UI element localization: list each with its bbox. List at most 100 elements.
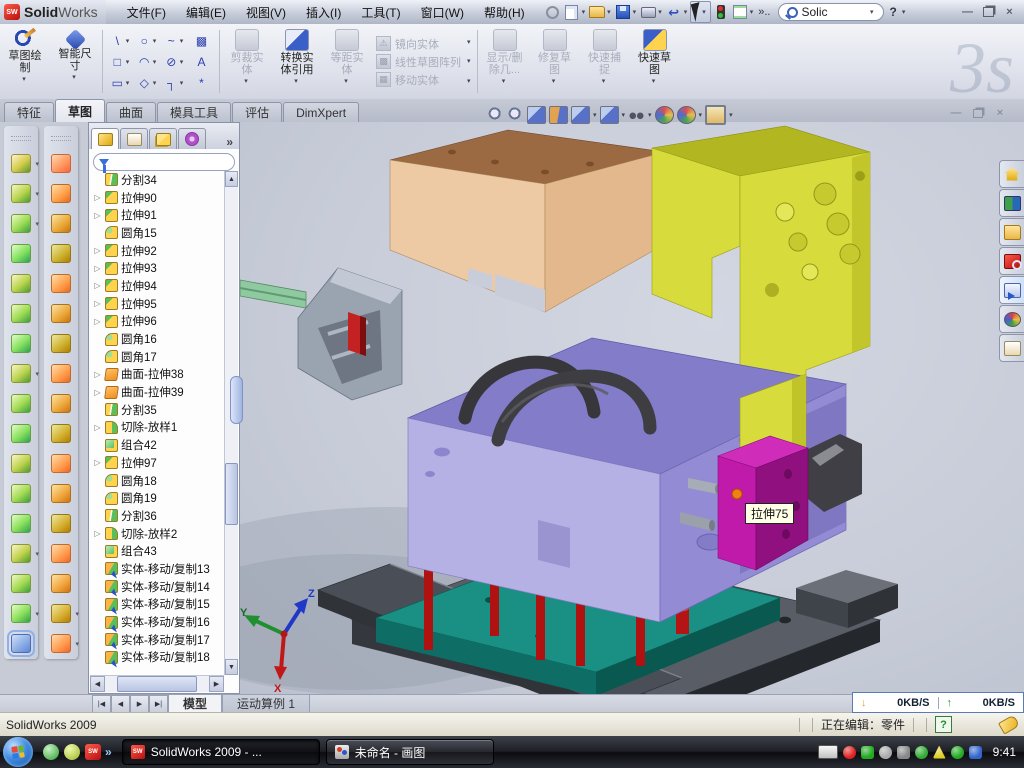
dropdown-icon[interactable]: ▾ (633, 8, 637, 16)
tree-item-切除-放样2[interactable]: ▷切除-放样2 (91, 525, 224, 543)
zoom-fit-icon[interactable] (487, 107, 504, 123)
polygon-icon[interactable]: ◇▾ (134, 72, 161, 93)
zoom-area-icon[interactable] (507, 107, 524, 123)
expand-arrow-icon[interactable]: ▷ (93, 388, 102, 397)
filled-surface-icon[interactable] (51, 304, 71, 323)
revolved-surface-icon[interactable] (51, 184, 71, 203)
dropdown-icon[interactable]: ▾ (153, 37, 157, 45)
spline-icon[interactable]: ~▾ (161, 30, 188, 51)
tree-item-圆角17[interactable]: 圆角17 (91, 348, 224, 366)
tab-草图[interactable]: 草图 (55, 99, 105, 122)
tree-item-圆角15[interactable]: 圆角15 (91, 224, 224, 242)
intersect-icon[interactable] (11, 454, 31, 473)
expand-arrow-icon[interactable]: ▷ (93, 211, 102, 220)
dropdown-icon[interactable]: ▾ (607, 8, 611, 16)
tab-next-icon[interactable]: ▶ (130, 695, 149, 713)
usb-icon[interactable] (915, 746, 928, 759)
dropdown-icon[interactable]: ▾ (35, 160, 39, 168)
swept-boss-icon[interactable] (11, 244, 31, 263)
radiate-surface-icon[interactable] (51, 394, 71, 413)
arc-icon[interactable]: ◠▾ (134, 51, 161, 72)
ellipse-icon[interactable]: ⊘▾ (161, 51, 188, 72)
tree-item-实体-移动/复制18[interactable]: 实体-移动/复制18 (91, 649, 224, 667)
menu-item-3[interactable]: 插入(I) (297, 2, 350, 23)
tab-DimXpert[interactable]: DimXpert (283, 102, 359, 122)
draft-icon[interactable] (11, 334, 31, 353)
extruded-surface-icon[interactable] (51, 154, 71, 173)
offset-surface-icon[interactable] (51, 364, 71, 383)
dropdown-icon[interactable]: ▾ (180, 79, 184, 87)
menu-item-1[interactable]: 编辑(E) (177, 2, 235, 23)
expand-arrow-icon[interactable]: ▷ (93, 299, 102, 308)
expand-arrow-icon[interactable]: ▷ (93, 423, 102, 432)
solidworks-resources-tab[interactable] (999, 160, 1024, 188)
propertymanager-tab[interactable] (120, 128, 148, 149)
tree-item-组合43[interactable]: 组合43 (91, 542, 224, 560)
dropdown-icon[interactable]: ▾ (729, 111, 733, 119)
tree-item-圆角18[interactable]: 圆角18 (91, 472, 224, 490)
tree-item-分割34[interactable]: 分割34 (91, 171, 224, 189)
panel-overflow-chevron[interactable]: » (222, 135, 237, 149)
scroll-thumb-h[interactable] (117, 676, 197, 692)
reference-point-icon[interactable]: ▾ (11, 544, 31, 563)
tree-item-分割35[interactable]: 分割35 (91, 401, 224, 419)
appearances-tab[interactable] (999, 305, 1024, 333)
tab-曲面[interactable]: 曲面 (106, 102, 156, 122)
linear-pattern-icon[interactable]: ▾ (11, 364, 31, 383)
expand-arrow-icon[interactable]: ▷ (93, 193, 102, 202)
rectangle-icon[interactable]: □▾ (107, 51, 134, 72)
display-style-icon[interactable] (600, 106, 619, 124)
new-document-icon[interactable] (563, 3, 581, 21)
scroll-thumb[interactable] (225, 463, 238, 525)
save-icon[interactable] (614, 3, 632, 21)
hide-show-items-icon[interactable] (628, 107, 645, 123)
search-box[interactable]: Solic ▾ (778, 3, 884, 21)
tree-item-圆角19[interactable]: 圆角19 (91, 489, 224, 507)
menu-item-4[interactable]: 工具(T) (352, 2, 409, 23)
快速草图-button[interactable]: 快速草 图▾ (630, 24, 680, 99)
replace-face-icon[interactable] (51, 514, 71, 533)
tree-item-拉伸94[interactable]: ▷拉伸94 (91, 277, 224, 295)
dimxpertmanager-tab[interactable] (178, 128, 206, 149)
search-tab[interactable] (999, 247, 1024, 275)
dropdown-icon[interactable]: ▾ (153, 58, 157, 66)
sketch-text-icon[interactable]: A (188, 51, 215, 72)
antivirus-shield-icon[interactable] (861, 746, 874, 759)
planar-surface-icon[interactable] (51, 334, 71, 353)
dropdown-icon[interactable]: ▾ (153, 79, 157, 87)
delete-face-icon[interactable] (51, 484, 71, 503)
tree-item-组合42[interactable]: 组合42 (91, 436, 224, 454)
tree-item-圆角16[interactable]: 圆角16 (91, 330, 224, 348)
tab-特征[interactable]: 特征 (4, 102, 54, 122)
undo-icon[interactable]: ↩ (665, 3, 683, 21)
scroll-down-icon[interactable]: ▼ (225, 659, 238, 675)
tree-item-曲面-拉伸39[interactable]: ▷曲面-拉伸39 (91, 383, 224, 401)
close-button[interactable]: × (1001, 5, 1018, 20)
volume-icon[interactable] (897, 746, 910, 759)
helix-icon[interactable]: ▾ (11, 604, 31, 623)
expand-arrow-icon[interactable]: ▷ (93, 458, 102, 467)
trim-surface-icon[interactable] (51, 574, 71, 593)
part-slide-unit[interactable] (240, 268, 402, 400)
dropdown-icon[interactable]: ▾ (622, 111, 626, 119)
tree-item-曲面-拉伸38[interactable]: ▷曲面-拉伸38 (91, 366, 224, 384)
combine-icon[interactable] (11, 484, 31, 503)
help-button[interactable]: ? (886, 5, 899, 19)
design-library-tab[interactable] (999, 189, 1024, 217)
tab-评估[interactable]: 评估 (232, 102, 282, 122)
expand-arrow-icon[interactable]: ▷ (93, 370, 102, 379)
award-icon[interactable] (879, 746, 892, 759)
tree-item-实体-移动/复制15[interactable]: 实体-移动/复制15 (91, 596, 224, 614)
view-selector-icon[interactable] (527, 106, 546, 124)
toolbar-overflow-icon[interactable]: ».. (758, 6, 770, 18)
expand-arrow-icon[interactable]: ▷ (93, 246, 102, 255)
view-palette-tab[interactable] (999, 276, 1024, 304)
quick-tips-icon[interactable]: ? (935, 716, 952, 733)
model-tab-模型[interactable]: 模型 (168, 695, 222, 713)
quick-launch-overflow-icon[interactable]: » (105, 745, 112, 759)
swept-surface-icon[interactable] (51, 214, 71, 233)
select-cursor-icon[interactable]: ▾ (690, 1, 711, 23)
tab-last-icon[interactable]: ▶| (149, 695, 168, 713)
minimize-button[interactable]: — (959, 5, 976, 20)
转换实体引用-button[interactable]: 转换实 体引用▾ (272, 24, 322, 99)
